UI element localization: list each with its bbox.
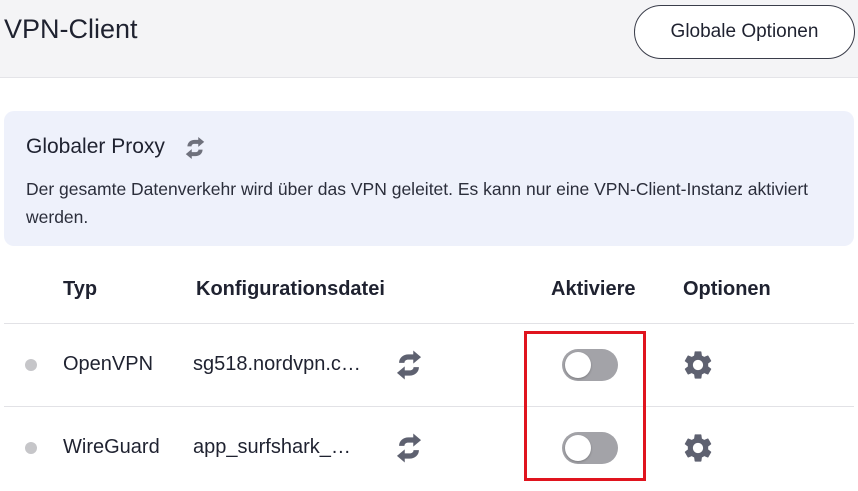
row-divider <box>4 406 854 407</box>
status-dot <box>25 359 37 371</box>
sync-icon[interactable] <box>392 431 426 465</box>
gear-icon[interactable] <box>681 431 715 465</box>
column-header-type: Typ <box>63 278 98 300</box>
row-type: WireGuard <box>63 436 160 458</box>
gear-icon[interactable] <box>681 348 715 382</box>
status-dot <box>25 442 37 454</box>
page-title: VPN-Client <box>4 14 138 44</box>
header-divider <box>4 323 854 324</box>
global-proxy-panel: Globaler Proxy Der gesamte Datenverkehr … <box>4 111 854 246</box>
global-proxy-description: Der gesamte Datenverkehr wird über das V… <box>26 179 809 227</box>
sync-icon[interactable] <box>392 348 426 382</box>
global-options-button[interactable]: Globale Optionen <box>634 5 855 59</box>
row-config-file: sg518.nordvpn.c… <box>193 353 361 375</box>
column-header-config-file: Konfigurationsdatei <box>196 278 385 300</box>
global-proxy-title: Globaler Proxy <box>26 135 165 158</box>
row-type: OpenVPN <box>63 353 154 375</box>
row-config-file: app_surfshark_… <box>193 436 351 458</box>
page-header: VPN-Client Globale Optionen <box>0 0 858 78</box>
annotation-highlight-box <box>524 331 646 481</box>
column-header-options: Optionen <box>683 278 771 300</box>
column-header-activate: Aktiviere <box>551 278 636 300</box>
sync-icon <box>185 136 205 160</box>
